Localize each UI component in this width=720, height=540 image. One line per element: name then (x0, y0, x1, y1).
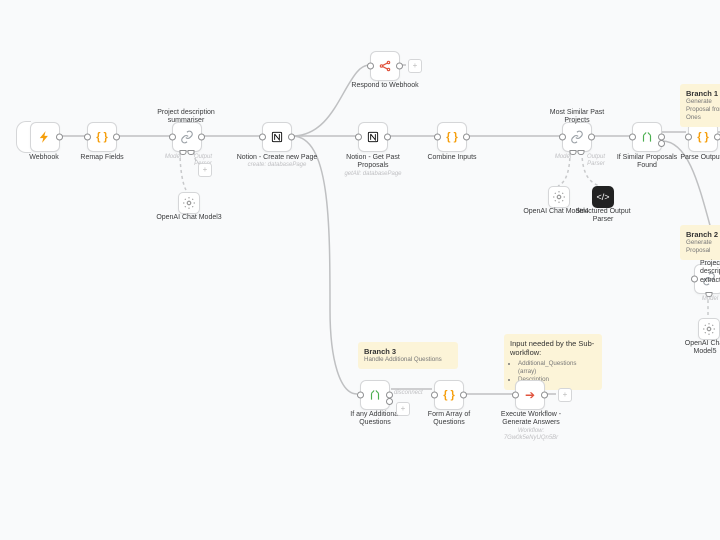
code-icon: </> (596, 192, 609, 202)
chat5-label: OpenAI Chat Model5 (680, 340, 720, 357)
branch1-note: Branch 1 Generate Proposal from Ones (680, 84, 720, 127)
formarr-node[interactable]: { } (434, 380, 464, 410)
braces-icon-3: { } (697, 132, 709, 143)
formarr-label: Form Array of Questions (414, 411, 484, 428)
ifanyq-node[interactable] (360, 380, 390, 410)
similar-model-port: Model (552, 154, 574, 161)
create-page-node[interactable] (262, 122, 292, 152)
webhook-node[interactable] (30, 122, 60, 152)
respond-label: Respond to Webhook (350, 82, 420, 90)
execwf-node[interactable]: ➔ (515, 380, 545, 410)
webhook-label: Webhook (22, 154, 66, 162)
add-after-execwf[interactable]: + (558, 388, 572, 402)
branch-icon (640, 130, 654, 144)
branch-icon-2 (368, 388, 382, 402)
ifsim-node[interactable] (632, 122, 662, 152)
chain-icon (180, 130, 194, 144)
summariser-label: Project description summariser (154, 109, 218, 126)
remap-node[interactable]: { } (87, 122, 117, 152)
braces-icon-4: { } (443, 390, 455, 401)
chat3-subnode[interactable] (178, 192, 200, 214)
add-after-respond[interactable]: + (408, 59, 422, 73)
combine-node[interactable]: { } (437, 122, 467, 152)
chat4-subnode[interactable] (548, 186, 570, 208)
branch3-note: Branch 3 Handle Additional Questions (358, 342, 458, 369)
add-branch-false[interactable]: + (396, 402, 410, 416)
soparser-label: Structured Output Parser (574, 208, 632, 225)
workflow-wires (0, 0, 720, 540)
projdesc-model-port: Model (698, 296, 720, 303)
remap-label: Remap Fields (76, 154, 128, 162)
add-parser-1[interactable]: + (198, 163, 212, 177)
braces-icon: { } (96, 132, 108, 143)
getpast-label: Notion - Get Past ProposalsgetAll: datab… (338, 154, 408, 178)
similar-label: Most Similar Past Projects (544, 109, 610, 126)
getpast-node[interactable] (358, 122, 388, 152)
similar-node[interactable] (562, 122, 592, 152)
ifsim-label: If Similar Proposals Found (614, 154, 680, 171)
respond-node[interactable] (370, 51, 400, 81)
projdesc-label: Project description extractor (700, 260, 720, 285)
chain-icon-2 (570, 130, 584, 144)
share-icon (378, 59, 392, 73)
run-icon: ➔ (525, 388, 535, 402)
braces-icon-2: { } (446, 132, 458, 143)
trigger-indicator (16, 121, 31, 153)
gear-icon-3 (702, 322, 716, 336)
notion-icon-2 (366, 130, 380, 144)
notion-icon (270, 130, 284, 144)
chat3-label: OpenAI Chat Model3 (154, 214, 224, 222)
bolt-icon (38, 130, 52, 144)
summariser-node[interactable] (172, 122, 202, 152)
create-page-label: Notion - Create new Pagecreate: database… (236, 154, 318, 170)
ifanyq-pin: disconnect (394, 390, 430, 397)
gear-icon (182, 196, 196, 210)
chat5-subnode[interactable] (698, 318, 720, 340)
gear-icon-2 (552, 190, 566, 204)
branch2-note: Branch 2 Generate Proposal (680, 225, 720, 260)
soparser-subnode[interactable]: </> (592, 186, 614, 208)
execwf-label: Execute Workflow - Generate AnswersWorkf… (494, 411, 568, 442)
sum-model-port: Model (163, 154, 183, 161)
parse-label: Parse Output (676, 154, 720, 162)
similar-parser-port: Output Parser (578, 154, 614, 168)
combine-label: Combine Inputs (423, 154, 481, 162)
